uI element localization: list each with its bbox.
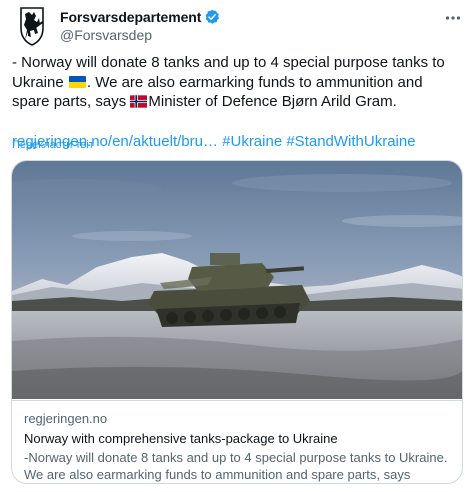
more-options-icon[interactable] bbox=[443, 8, 463, 28]
card-description: -Norway will donate 8 tanks and up to 4 … bbox=[24, 450, 448, 482]
avatar[interactable] bbox=[12, 6, 52, 46]
verified-badge-icon bbox=[205, 9, 220, 24]
tweet-text: - Norway will donate 8 tanks and up to 4… bbox=[12, 53, 457, 151]
norway-coat-of-arms-lion-icon bbox=[20, 7, 44, 46]
link-preview-card[interactable]: regjeringen.no Norway with comprehensive… bbox=[11, 160, 463, 484]
tank-in-snowy-landscape-image bbox=[12, 161, 462, 399]
author-handle[interactable]: @Forsvarsdep bbox=[60, 27, 220, 43]
author-names: Forsvarsdepartement @Forsvarsdep bbox=[60, 8, 220, 43]
flag-norway-icon bbox=[130, 95, 148, 108]
card-meta: regjeringen.no Norway with comprehensive… bbox=[12, 400, 462, 483]
flag-ukraine-icon bbox=[68, 75, 86, 88]
card-domain: regjeringen.no bbox=[24, 411, 108, 426]
hashtag-ukraine[interactable]: #Ukraine bbox=[222, 133, 282, 150]
translate-tweet-link[interactable]: Перекласти твіт bbox=[12, 139, 94, 151]
display-name[interactable]: Forsvarsdepartement bbox=[60, 9, 201, 25]
tweet-text-part3: Minister of Defence Bjørn Arild Gram. bbox=[148, 93, 397, 110]
tweet-header: Forsvarsdepartement @Forsvarsdep bbox=[12, 6, 463, 46]
hashtag-standwithukraine[interactable]: #StandWithUkraine bbox=[286, 133, 415, 150]
card-title: Norway with comprehensive tanks-package … bbox=[24, 431, 338, 446]
